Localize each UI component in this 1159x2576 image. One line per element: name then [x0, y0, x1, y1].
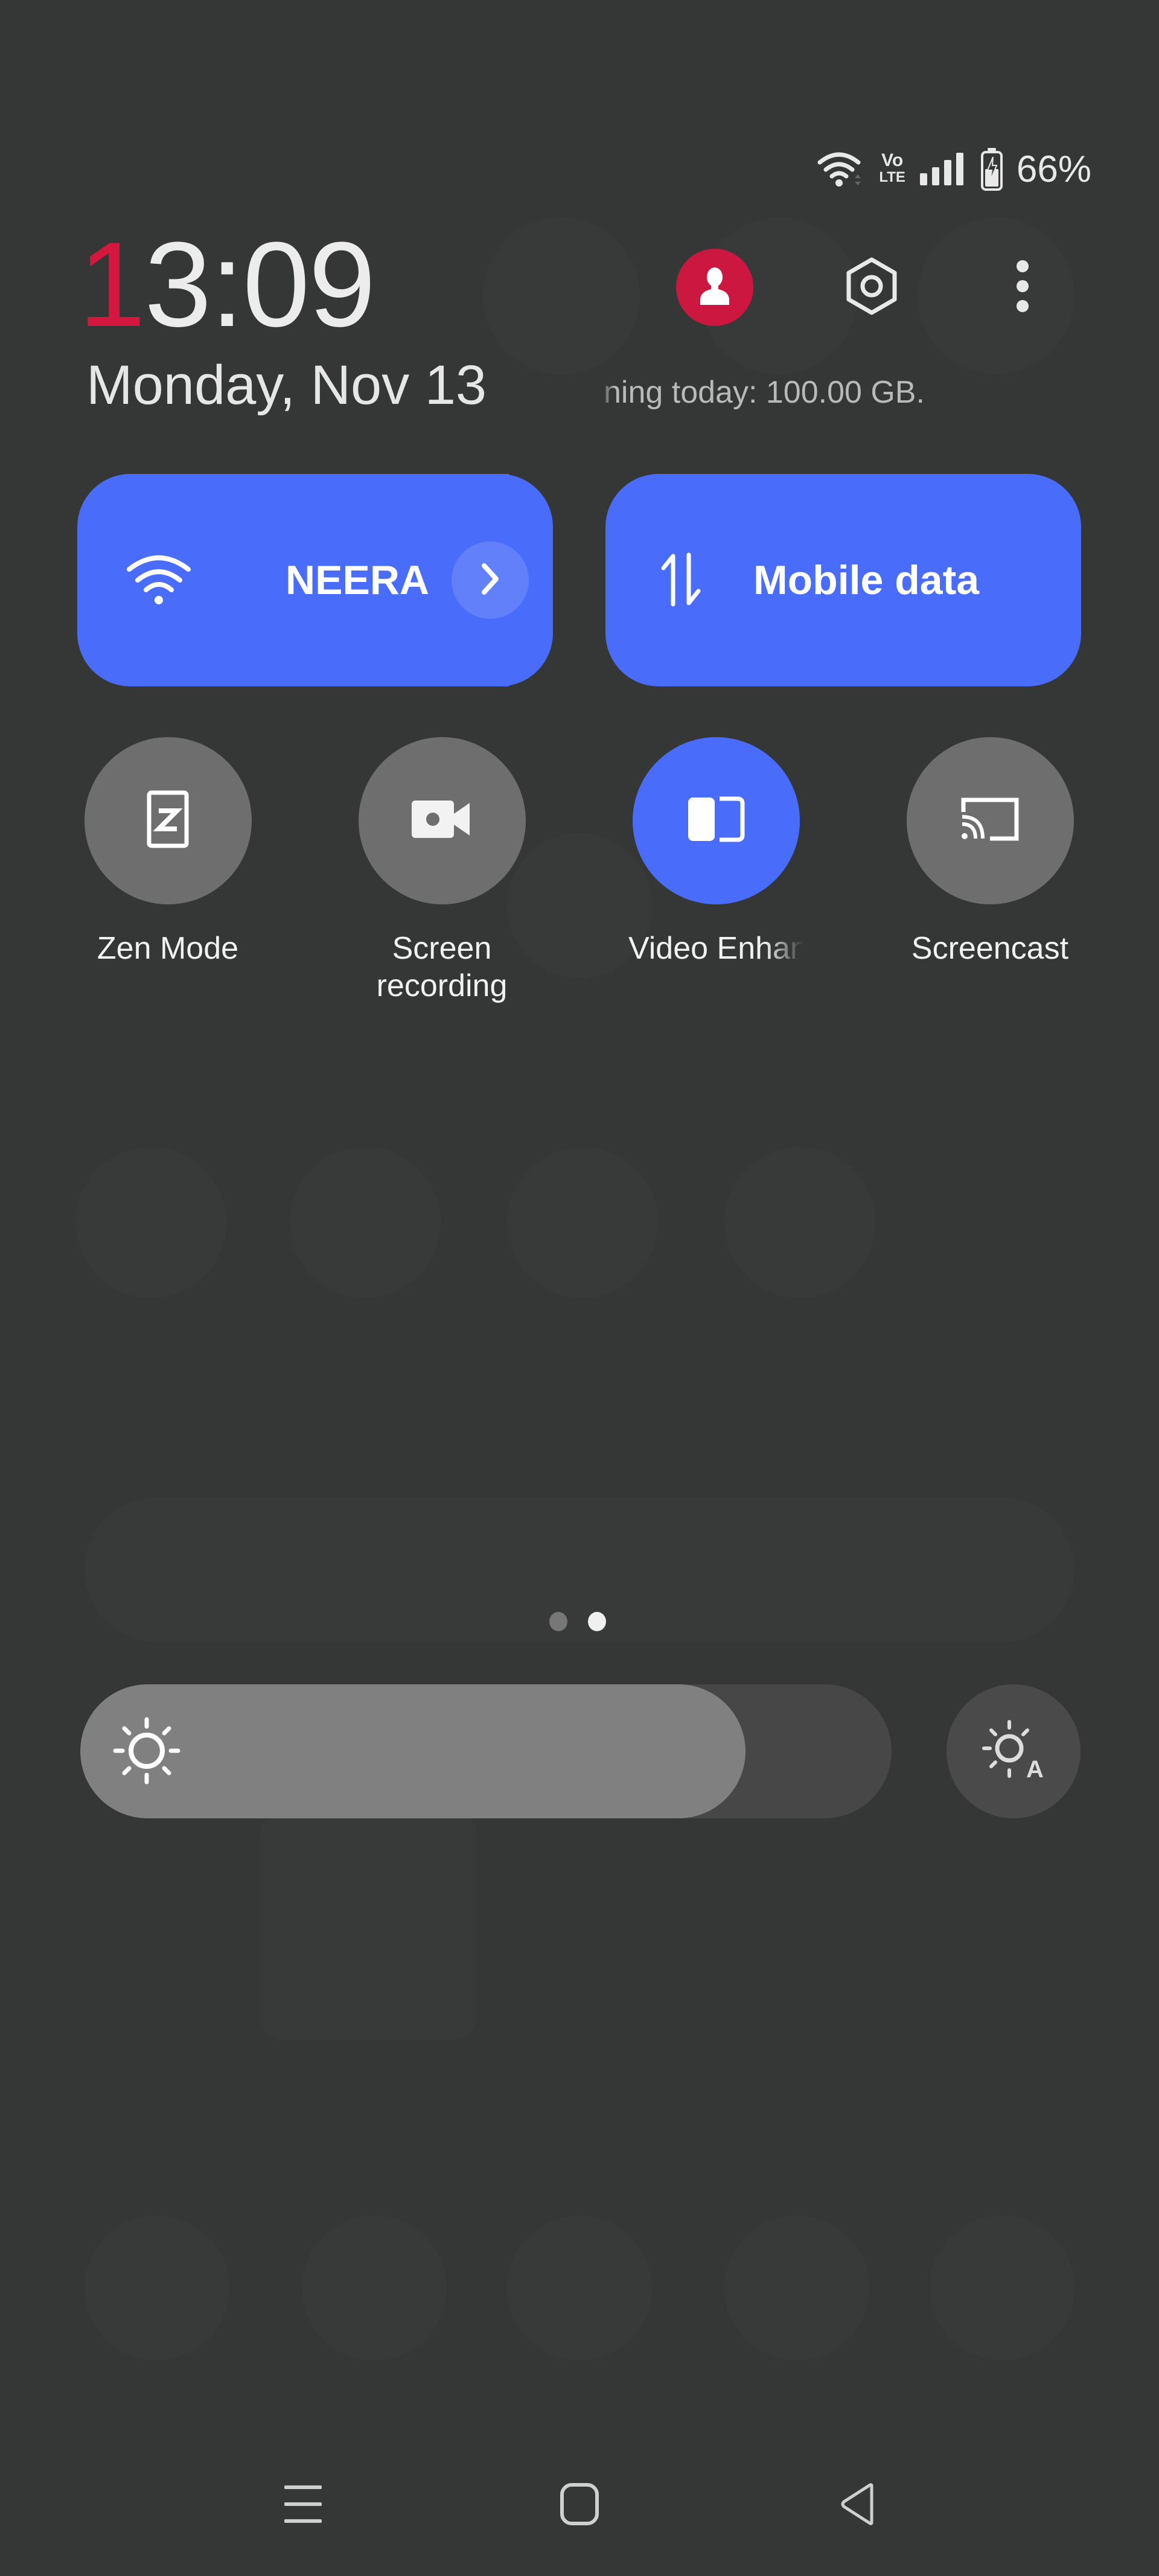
toggle-circle[interactable]	[358, 737, 526, 904]
date[interactable]: Monday, Nov 13	[86, 355, 487, 415]
toggle-screencast[interactable]: Screencast	[869, 737, 1111, 967]
toggle-circle[interactable]	[84, 737, 252, 904]
toggle-circle[interactable]	[906, 737, 1074, 904]
mobile-data-tile[interactable]: Mobile data	[605, 474, 1081, 686]
background-app-ghost	[507, 1147, 658, 1298]
auto-brightness-button[interactable]: A	[947, 1684, 1081, 1818]
page-dot-active[interactable]	[588, 1612, 606, 1631]
video-enhance-icon	[687, 796, 745, 845]
menu-icon	[283, 2483, 323, 2528]
mobile-data-label: Mobile data	[753, 557, 980, 603]
background-dock-ghost	[507, 2216, 652, 2360]
background-app-ghost	[483, 217, 640, 374]
wifi-tile[interactable]: NEERA	[77, 474, 553, 686]
auto-brightness-icon: A	[980, 1717, 1047, 1786]
zen-mode-icon	[147, 790, 189, 851]
toggle-label: Zen Mode	[97, 931, 239, 966]
home-button[interactable]	[549, 2475, 610, 2536]
chevron-right-icon	[478, 562, 502, 599]
settings-icon	[841, 256, 902, 319]
toggle-circle[interactable]	[632, 737, 800, 904]
background-app-ghost	[75, 1147, 226, 1298]
more-options-button[interactable]	[984, 249, 1061, 326]
wifi-details-button[interactable]	[452, 542, 529, 619]
toggle-label: Screen recording	[376, 931, 508, 1003]
background-dock-ghost	[930, 2216, 1074, 2360]
toggle-zen-mode[interactable]: Zen Mode	[47, 737, 289, 967]
back-icon	[838, 2482, 876, 2529]
data-usage-note: ning today: 100.00 GB.	[604, 375, 925, 410]
battery-percent: 66%	[1016, 148, 1091, 190]
wifi-icon	[817, 150, 866, 188]
background-dock-ghost	[302, 2216, 447, 2360]
volte-icon: Vo LTE	[879, 150, 905, 186]
brightness-slider[interactable]	[80, 1684, 892, 1818]
brightness-icon	[110, 1715, 183, 1787]
status-bar: Vo LTE 66%	[817, 145, 1091, 193]
wifi-icon	[126, 552, 192, 610]
toggle-screen-recording[interactable]: Screen recording	[321, 737, 563, 1005]
toggle-video-enhancer[interactable]: Video Enhan	[595, 737, 837, 970]
wifi-network-name: NEERA	[286, 557, 430, 603]
background-app-ghost	[290, 1147, 441, 1298]
data-arrows-icon	[660, 552, 702, 610]
clock[interactable]: 13:09	[78, 225, 376, 345]
data-note-fade	[598, 368, 616, 417]
background-widget-ghost	[260, 1811, 477, 2041]
clock-first-digit: 1	[78, 217, 145, 352]
background-dock-ghost	[85, 2216, 229, 2360]
video-camera-icon	[410, 798, 473, 843]
home-icon	[560, 2482, 599, 2529]
page-indicator	[549, 1612, 606, 1631]
cast-icon	[960, 796, 1020, 845]
settings-button[interactable]	[833, 249, 910, 326]
user-icon	[697, 266, 733, 309]
user-button[interactable]	[676, 249, 753, 326]
signal-icon	[919, 152, 967, 187]
clock-time: 3:09	[144, 217, 375, 352]
recents-button[interactable]	[273, 2475, 333, 2536]
svg-text:A: A	[1026, 1756, 1044, 1783]
page-dot[interactable]	[549, 1612, 567, 1631]
back-button[interactable]	[827, 2475, 887, 2536]
navigation-bar	[0, 2475, 1159, 2536]
toggle-label: Screencast	[911, 931, 1069, 966]
background-app-ghost	[724, 1147, 875, 1298]
toggle-label: Video Enhan	[628, 931, 803, 966]
battery-charging-icon	[980, 147, 1003, 191]
more-vertical-icon	[1015, 259, 1030, 316]
background-dock-ghost	[724, 2216, 869, 2360]
